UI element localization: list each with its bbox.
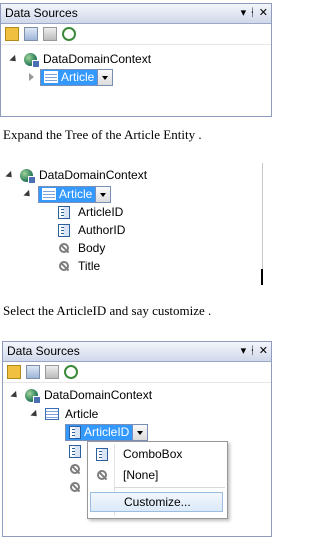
expanded-triangle-icon[interactable] xyxy=(5,170,15,180)
none-icon xyxy=(97,470,107,480)
field-label: AuthorID xyxy=(78,223,126,237)
menu-item-label: ComboBox xyxy=(123,447,183,461)
tree-root[interactable]: DataDomainContext xyxy=(10,386,153,404)
menu-item-combobox[interactable]: ComboBox xyxy=(90,444,223,464)
tree-field[interactable]: Body xyxy=(59,239,105,257)
panel-titlebar: Data Sources ▾ ᚽ ✕ xyxy=(1,4,271,24)
menu-separator xyxy=(115,487,225,488)
chevron-down-icon[interactable] xyxy=(132,424,148,440)
tree-field[interactable]: ArticleID xyxy=(58,203,123,221)
chevron-down-icon[interactable] xyxy=(95,186,111,202)
field-icon xyxy=(58,205,70,219)
menu-item-label: [None] xyxy=(123,468,159,482)
domain-context-icon xyxy=(25,388,41,404)
none-icon xyxy=(59,261,69,271)
field-icon xyxy=(69,444,81,458)
edit-data-source-icon[interactable] xyxy=(24,27,38,41)
entity-selector[interactable]: Article xyxy=(40,68,114,86)
none-icon xyxy=(70,482,80,492)
tree-field[interactable] xyxy=(70,478,80,496)
refresh-icon[interactable] xyxy=(62,27,76,41)
close-icon[interactable]: ✕ xyxy=(259,4,268,23)
tree-field[interactable]: Title xyxy=(59,257,100,275)
expanded-triangle-icon[interactable] xyxy=(30,409,40,419)
panel-titlebar: Data Sources ▾ ᚽ ✕ xyxy=(3,342,271,362)
selected-field-label: ArticleID xyxy=(84,424,130,439)
refresh-icon[interactable] xyxy=(64,365,78,379)
dropdown-arrow-icon[interactable]: ▾ xyxy=(241,4,247,23)
expanded-triangle-icon[interactable] xyxy=(9,54,19,64)
tree-field[interactable] xyxy=(69,442,81,460)
tree-root[interactable]: DataDomainContext xyxy=(9,50,152,68)
none-icon xyxy=(70,464,80,474)
chevron-down-icon[interactable] xyxy=(97,69,113,85)
tree-field[interactable] xyxy=(70,460,80,478)
tree-entity[interactable]: Article xyxy=(29,68,114,86)
pin-icon[interactable]: ᚽ xyxy=(249,4,256,23)
menu-item-none[interactable]: [None] xyxy=(90,465,223,485)
field-icon xyxy=(69,425,81,439)
close-icon[interactable]: ✕ xyxy=(259,342,268,361)
field-icon xyxy=(58,223,70,237)
instruction-caption-2: Select the ArticleID and say customize . xyxy=(3,303,212,318)
pin-icon[interactable]: ᚽ xyxy=(249,342,256,361)
text-cursor xyxy=(261,269,263,285)
expanded-triangle-icon[interactable] xyxy=(10,390,20,400)
none-icon xyxy=(59,243,69,253)
field-label: Title xyxy=(78,259,101,273)
field-label: ArticleID xyxy=(78,205,124,219)
tree-field-selected[interactable]: ArticleID xyxy=(65,423,149,441)
control-type-menu: ComboBox [None] Customize... xyxy=(87,441,228,519)
add-data-source-icon[interactable] xyxy=(7,365,21,379)
tree-field[interactable]: AuthorID xyxy=(58,221,125,239)
entity-label: Article xyxy=(59,186,93,201)
table-icon xyxy=(45,408,59,420)
edit-data-source-icon[interactable] xyxy=(26,365,40,379)
configure-icon[interactable] xyxy=(45,365,59,379)
tree-root-label: DataDomainContext xyxy=(43,52,152,66)
panel-title: Data Sources xyxy=(7,344,80,358)
data-sources-tree-2: DataDomainContext Article ArticleID Auth… xyxy=(0,163,272,291)
field-icon xyxy=(96,447,108,461)
entity-label: Article xyxy=(65,407,99,421)
tree-root-label: DataDomainContext xyxy=(39,168,148,182)
field-selector[interactable]: ArticleID xyxy=(65,423,149,441)
domain-context-icon xyxy=(20,168,36,184)
collapsed-triangle-icon[interactable] xyxy=(29,73,34,81)
tree-entity[interactable]: Article xyxy=(23,185,112,203)
panel-toolbar xyxy=(1,24,271,45)
field-label: Body xyxy=(78,241,106,255)
data-sources-panel-1: Data Sources ▾ ᚽ ✕ DataDomainContext Art… xyxy=(0,3,272,117)
expanded-triangle-icon[interactable] xyxy=(23,189,33,199)
menu-item-label: Customize... xyxy=(124,495,191,509)
panel-title: Data Sources xyxy=(5,6,78,20)
configure-icon[interactable] xyxy=(43,27,57,41)
table-icon xyxy=(44,71,58,83)
tree-root-label: DataDomainContext xyxy=(44,388,153,402)
add-data-source-icon[interactable] xyxy=(5,27,19,41)
instruction-caption-1: Expand the Tree of the Article Entity . xyxy=(3,127,202,142)
table-icon xyxy=(42,188,56,200)
tree-entity[interactable]: Article xyxy=(30,405,99,423)
tree-root[interactable]: DataDomainContext xyxy=(5,166,148,184)
entity-selector[interactable]: Article xyxy=(38,185,112,203)
domain-context-icon xyxy=(24,52,40,68)
entity-label: Article xyxy=(61,69,95,84)
menu-item-customize[interactable]: Customize... xyxy=(90,492,223,512)
panel-toolbar xyxy=(3,362,271,383)
scroll-edge xyxy=(262,163,263,273)
dropdown-arrow-icon[interactable]: ▾ xyxy=(241,342,247,361)
